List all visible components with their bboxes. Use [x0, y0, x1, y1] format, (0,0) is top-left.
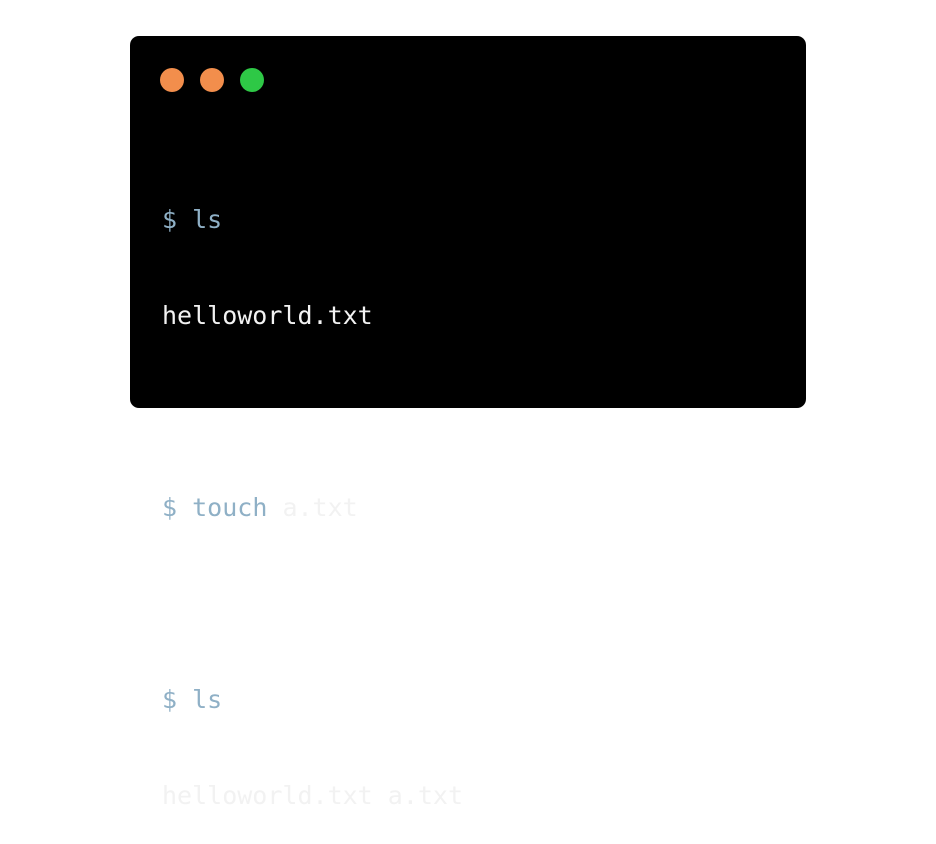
close-dot-icon[interactable]: [160, 68, 184, 92]
terminal-line-2: helloworld.txt: [162, 300, 782, 332]
maximize-dot-icon[interactable]: [240, 68, 264, 92]
terminal-output: $ ls helloworld.txt $ touch a.txt $ ls h…: [162, 140, 782, 844]
terminal-line-1: $ ls: [162, 204, 782, 236]
output-text: helloworld.txt a.txt: [162, 781, 464, 810]
terminal-line-5: [162, 588, 782, 620]
command: touch: [192, 493, 268, 522]
command: ls: [192, 685, 223, 714]
prompt: $: [162, 205, 178, 234]
prompt: $: [162, 685, 178, 714]
window-controls: [160, 68, 264, 92]
prompt: $: [162, 493, 178, 522]
command: ls: [192, 205, 223, 234]
terminal-line-4: $ touch a.txt: [162, 492, 782, 524]
minimize-dot-icon[interactable]: [200, 68, 224, 92]
terminal-line-6: $ ls: [162, 684, 782, 716]
output-text: helloworld.txt: [162, 301, 373, 330]
command-args: a.txt: [282, 493, 358, 522]
terminal-line-7: helloworld.txt a.txt: [162, 780, 782, 812]
terminal-line-3: [162, 396, 782, 428]
